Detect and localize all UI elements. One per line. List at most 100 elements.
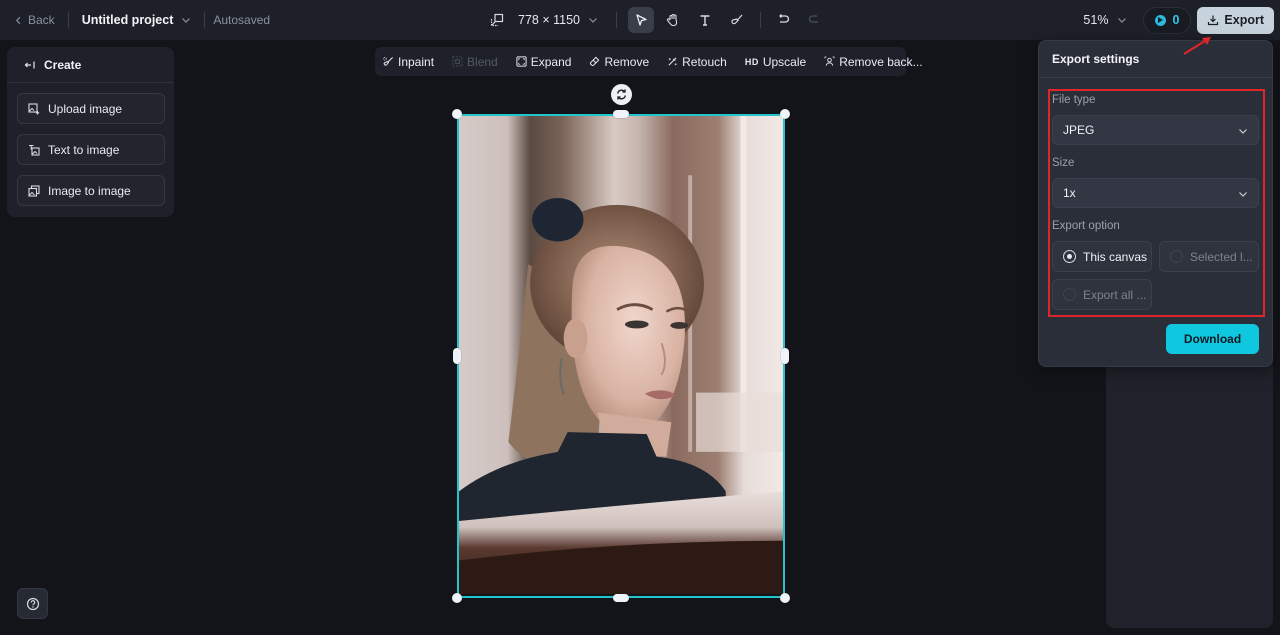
- file-type-select[interactable]: JPEG: [1052, 115, 1259, 145]
- brush-icon: [731, 14, 743, 25]
- credits-count: 0: [1172, 13, 1180, 27]
- inpaint-label: Inpaint: [398, 54, 435, 69]
- eraser-icon: [590, 56, 600, 67]
- chevron-down-icon: [182, 18, 191, 23]
- expand-button[interactable]: Expand: [516, 54, 572, 69]
- back-button[interactable]: Back: [14, 13, 55, 27]
- upscale-button[interactable]: HD Upscale: [745, 55, 806, 69]
- option-this-canvas[interactable]: This canvas: [1052, 241, 1152, 272]
- project-title: Untitled project: [81, 13, 174, 27]
- export-button[interactable]: Export: [1197, 6, 1274, 34]
- remove-button[interactable]: Remove: [589, 55, 649, 69]
- image-to-image-label: Image to image: [48, 183, 131, 198]
- resize-handle-bottom[interactable]: [613, 594, 629, 602]
- upload-image-label: Upload image: [48, 101, 123, 116]
- resize-handle-top[interactable]: [613, 110, 629, 118]
- retouch-button[interactable]: Retouch: [667, 55, 727, 69]
- redo-icon: [808, 15, 818, 23]
- save-status: Autosaved: [213, 13, 271, 27]
- portrait-photo: [459, 116, 783, 595]
- hand-tool[interactable]: [660, 7, 686, 33]
- inpaint-icon: [383, 56, 393, 66]
- zoom-dropdown[interactable]: 51%: [1083, 13, 1127, 27]
- text-to-image-icon: [29, 144, 40, 156]
- remove-background-button[interactable]: Remove back...: [824, 54, 923, 69]
- resize-icon: [490, 13, 504, 27]
- undo-button[interactable]: [771, 7, 797, 33]
- text-to-image-label: Text to image: [48, 142, 120, 157]
- remove-background-label: Remove back...: [839, 54, 923, 69]
- resize-handle-top-right[interactable]: [780, 109, 790, 119]
- resize-canvas-button[interactable]: [484, 7, 510, 33]
- zoom-level: 51%: [1083, 13, 1109, 27]
- brush-tool[interactable]: [724, 7, 750, 33]
- image-to-image-button[interactable]: Image to image: [17, 175, 165, 206]
- option-this-canvas-label: This canvas: [1083, 249, 1148, 264]
- select-tool[interactable]: [627, 7, 654, 33]
- resize-handle-bottom-right[interactable]: [780, 593, 790, 603]
- remove-label: Remove: [604, 54, 650, 69]
- option-selected-layers-label: Selected l...: [1190, 249, 1253, 264]
- text-tool[interactable]: [692, 7, 718, 33]
- radio-unselected-icon: [1063, 288, 1076, 301]
- resize-handle-right[interactable]: [781, 348, 789, 364]
- download-button[interactable]: Download: [1166, 324, 1259, 354]
- upscale-label: Upscale: [762, 54, 807, 69]
- chevron-down-icon: [1239, 129, 1247, 134]
- create-panel-title: Create: [44, 57, 82, 72]
- size-label: Size: [1052, 157, 1075, 169]
- chevron-down-icon: [1239, 192, 1247, 197]
- export-option-label: Export option: [1052, 220, 1120, 232]
- resize-handle-bottom-left[interactable]: [452, 593, 462, 603]
- upload-image-icon: [28, 102, 40, 114]
- retouch-icon: [668, 57, 677, 66]
- text-icon: [700, 15, 710, 26]
- blend-button[interactable]: Blend: [452, 55, 498, 69]
- canvas-size-dropdown[interactable]: 778 × 1150: [518, 13, 598, 27]
- radio-unselected-icon: [1170, 250, 1183, 263]
- option-selected-layers[interactable]: Selected l...: [1159, 241, 1259, 272]
- resize-handle-top-left[interactable]: [452, 109, 462, 119]
- top-bar: Back Untitled project Autosaved 778 × 11…: [0, 0, 1280, 40]
- blend-label: Blend: [467, 54, 498, 69]
- blend-icon: [452, 56, 463, 67]
- annotation-arrow-icon: [1183, 37, 1211, 55]
- option-export-all-label: Export all ...: [1083, 287, 1147, 302]
- edit-toolbar: Inpaint Blend Expand Remove Retouch HD U…: [375, 47, 923, 76]
- image-to-image-icon: [28, 184, 40, 197]
- credits-icon: [1155, 14, 1167, 26]
- inpaint-button[interactable]: Inpaint: [383, 55, 434, 69]
- size-select[interactable]: 1x: [1052, 178, 1259, 208]
- file-type-value: JPEG: [1063, 123, 1095, 137]
- project-title-dropdown[interactable]: Untitled project: [82, 13, 192, 27]
- divider: [67, 12, 69, 28]
- chevron-down-icon: [589, 18, 597, 23]
- upload-image-button[interactable]: Upload image: [17, 93, 165, 124]
- credits-badge[interactable]: 0: [1143, 6, 1192, 34]
- rotate-handle[interactable]: [611, 84, 632, 105]
- help-button[interactable]: [17, 588, 48, 619]
- canvas-dimensions: 778 × 1150: [518, 13, 580, 27]
- resize-handle-left[interactable]: [453, 348, 461, 364]
- divider: [615, 12, 617, 28]
- expand-label: Expand: [530, 54, 572, 69]
- hand-icon: [666, 13, 678, 27]
- chevron-down-icon: [1118, 18, 1127, 23]
- text-to-image-button[interactable]: Text to image: [17, 134, 165, 165]
- back-label: Back: [28, 13, 55, 27]
- cursor-arrow-icon: [636, 14, 647, 26]
- redo-button[interactable]: [801, 7, 827, 33]
- radio-selected-icon: [1063, 250, 1076, 263]
- remove-background-icon: [824, 56, 835, 66]
- export-settings-popover: Export settings File type JPEG Size 1x E…: [1038, 40, 1273, 367]
- option-export-all[interactable]: Export all ...: [1052, 279, 1152, 310]
- hd-icon: HD: [744, 56, 759, 67]
- create-panel-collapse[interactable]: Create: [7, 47, 174, 83]
- divider: [204, 12, 206, 28]
- expand-icon: [516, 56, 527, 67]
- export-settings-title: Export settings: [1039, 41, 1272, 78]
- export-label: Export: [1224, 13, 1264, 27]
- chevron-left-icon: [15, 16, 21, 24]
- canvas-image[interactable]: [457, 114, 785, 598]
- help-icon: [26, 597, 39, 610]
